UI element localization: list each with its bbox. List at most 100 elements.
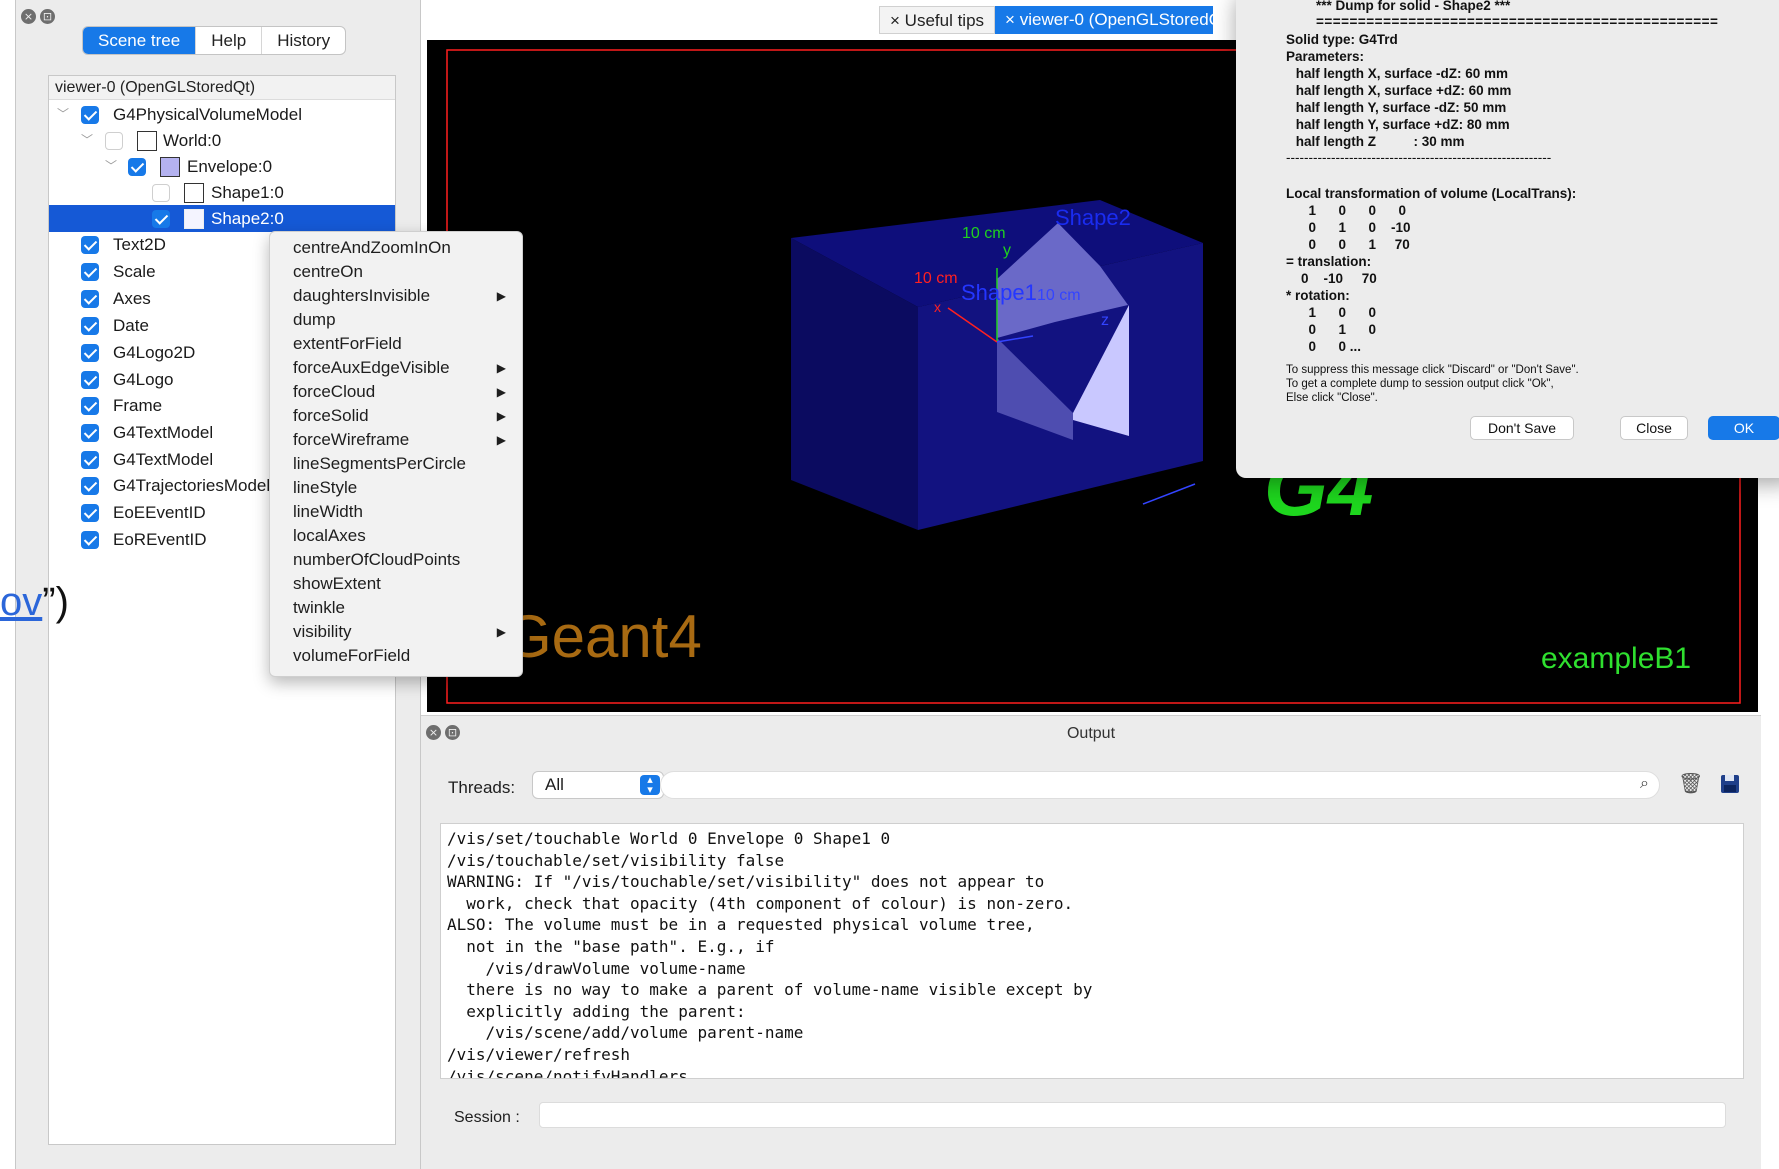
dump-rotation-row: 0 0 ...	[1286, 339, 1362, 354]
chevron-down-icon[interactable]: ﹀	[105, 153, 117, 180]
menu-item-linesegmentspercircle[interactable]: lineSegmentsPerCircle	[270, 452, 522, 476]
menu-item-linestyle[interactable]: lineStyle	[270, 476, 522, 500]
checkbox-checked[interactable]	[128, 158, 146, 176]
tab-history[interactable]: History	[261, 27, 345, 54]
colour-swatch[interactable]	[184, 209, 204, 229]
checkbox-checked[interactable]	[81, 477, 99, 495]
menu-item-centreandzoominon[interactable]: centreAndZoomInOn	[270, 236, 522, 260]
tree-node-g4physicalvolumemodel[interactable]: ﹀ G4PhysicalVolumeModel	[49, 101, 395, 128]
output-line: not in the "base path". E.g., if	[447, 936, 775, 956]
checkbox-checked[interactable]	[81, 424, 99, 442]
tab-viewer-0[interactable]: × viewer-0 (OpenGLStoredQt)	[995, 6, 1214, 34]
menu-item-forcewireframe[interactable]: forceWireframe ▶	[270, 428, 522, 452]
close-icon[interactable]: ×	[890, 11, 900, 30]
menu-item-forceauxedgevisible[interactable]: forceAuxEdgeVisible ▶	[270, 356, 522, 380]
menu-item-volumeforfield[interactable]: volumeForField	[270, 644, 522, 668]
submenu-arrow-icon: ▶	[496, 625, 506, 639]
checkbox-checked[interactable]	[81, 106, 99, 124]
checkbox-checked[interactable]	[81, 504, 99, 522]
tab-scene-tree[interactable]: Scene tree	[83, 27, 196, 54]
menu-item-extentforfield[interactable]: extentForField	[270, 332, 522, 356]
menu-item-showextent[interactable]: showExtent	[270, 572, 522, 596]
dump-note: To suppress this message click "Discard"…	[1286, 364, 1579, 376]
checkbox-checked[interactable]	[152, 210, 170, 228]
menu-item-label: forceWireframe	[293, 430, 410, 449]
menu-item-daughtersinvisible[interactable]: daughtersInvisible ▶	[270, 284, 522, 308]
tree-node-envelope[interactable]: ﹀ Envelope:0	[49, 153, 395, 180]
scale-x-label: 10 cm	[914, 270, 958, 287]
tree-node-shape1[interactable]: Shape1:0	[49, 179, 395, 206]
session-input[interactable]	[539, 1102, 1726, 1128]
menu-item-dump[interactable]: dump	[270, 308, 522, 332]
submenu-arrow-icon: ▶	[496, 433, 506, 447]
menu-item-centreon[interactable]: centreOn	[270, 260, 522, 284]
tree-node-label: Envelope:0	[187, 157, 273, 176]
scene-tree-tabs: Scene tree Help History	[82, 26, 347, 55]
menu-item-visibility[interactable]: visibility ▶	[270, 620, 522, 644]
threads-label: Threads:	[448, 778, 516, 797]
output-log[interactable]: /vis/set/touchable World 0 Envelope 0 Sh…	[440, 823, 1744, 1079]
trash-icon[interactable]: 🗑	[1678, 771, 1703, 796]
checkbox-checked[interactable]	[81, 317, 99, 335]
menu-item-forcesolid[interactable]: forceSolid ▶	[270, 404, 522, 428]
chevron-down-icon[interactable]: ﹀	[81, 127, 93, 154]
checkbox-unchecked[interactable]	[105, 132, 123, 150]
checkbox-checked[interactable]	[81, 371, 99, 389]
save-icon[interactable]	[1721, 775, 1739, 793]
checkbox-checked[interactable]	[81, 236, 99, 254]
colour-swatch[interactable]	[160, 157, 180, 177]
checkbox-checked[interactable]	[81, 451, 99, 469]
tree-node-label: G4TextModel	[113, 423, 214, 442]
menu-item-label: centreOn	[293, 262, 363, 281]
output-line: /vis/scene/add/volume parent-name	[447, 1023, 804, 1043]
tree-node-world[interactable]: ﹀ World:0	[49, 127, 395, 154]
close-icon[interactable]: ×	[1005, 10, 1015, 29]
menu-item-localaxes[interactable]: localAxes	[270, 524, 522, 548]
colour-swatch[interactable]	[184, 183, 204, 203]
tab-label: viewer-0 (OpenGLStoredQt)	[1019, 10, 1214, 29]
tree-node-label: Frame	[113, 396, 163, 415]
menu-item-label: showExtent	[293, 574, 381, 593]
dont-save-button[interactable]: Don't Save	[1470, 416, 1574, 440]
close-icon[interactable]: ×	[21, 9, 36, 24]
checkbox-unchecked[interactable]	[152, 184, 170, 202]
tab-help[interactable]: Help	[195, 27, 261, 54]
float-window-icon[interactable]: ⊡	[40, 9, 55, 24]
checkbox-checked[interactable]	[81, 344, 99, 362]
output-line: /vis/scene/notifyHandlers	[447, 1066, 688, 1079]
threads-value: All	[545, 775, 564, 794]
dump-matrix-row: 1 0 0 0	[1286, 203, 1407, 218]
menu-item-linewidth[interactable]: lineWidth	[270, 500, 522, 524]
output-search-input[interactable]: ⌕	[660, 771, 1660, 799]
tab-label: Useful tips	[904, 11, 985, 30]
menu-item-label: twinkle	[293, 598, 345, 617]
tree-node-label: G4PhysicalVolumeModel	[113, 105, 302, 124]
checkbox-checked[interactable]	[81, 290, 99, 308]
checkbox-checked[interactable]	[81, 263, 99, 281]
background-link[interactable]: ov	[0, 580, 42, 624]
menu-item-forcecloud[interactable]: forceCloud ▶	[270, 380, 522, 404]
submenu-arrow-icon: ▶	[496, 409, 506, 423]
checkbox-checked[interactable]	[81, 397, 99, 415]
tab-useful-tips[interactable]: × Useful tips	[879, 6, 996, 34]
tree-node-label: G4Logo	[113, 370, 174, 389]
menu-item-label: numberOfCloudPoints	[293, 550, 461, 569]
close-button[interactable]: Close	[1620, 416, 1688, 440]
dump-parameter: half length X, surface +dZ: 60 mm	[1292, 83, 1512, 98]
menu-item-label: volumeForField	[293, 646, 411, 665]
menu-item-numberofcloudpoints[interactable]: numberOfCloudPoints	[270, 548, 522, 572]
chevron-down-icon[interactable]: ﹀	[57, 101, 69, 128]
threads-select[interactable]: All ▴ ▾	[532, 771, 664, 799]
dump-rotation-row: 1 0 0	[1286, 305, 1377, 320]
background-document-fragment: ov”)	[0, 580, 69, 625]
menu-item-twinkle[interactable]: twinkle	[270, 596, 522, 620]
dump-parameter: half length X, surface -dZ: 60 mm	[1292, 66, 1509, 81]
output-line: /vis/touchable/set/visibility false	[447, 850, 785, 870]
output-line: /vis/drawVolume volume-name	[447, 958, 746, 978]
submenu-arrow-icon: ▶	[496, 289, 506, 303]
tree-node-shape2[interactable]: Shape2:0	[49, 205, 395, 232]
ok-button[interactable]: OK	[1708, 416, 1779, 440]
checkbox-checked[interactable]	[81, 531, 99, 549]
dump-dash-separator: ----------------------------------------…	[1286, 150, 1552, 165]
colour-swatch[interactable]	[137, 131, 157, 151]
